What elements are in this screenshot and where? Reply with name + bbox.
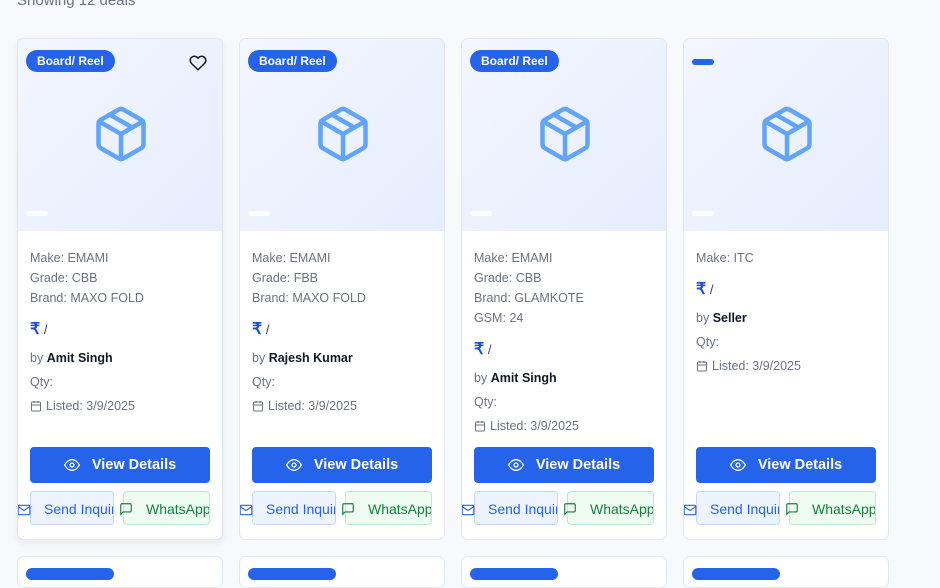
price: ₹ / <box>30 321 48 338</box>
card-image: Board/ Reel <box>462 39 666 231</box>
send-inquiry-button[interactable]: Send Inquiry <box>696 491 780 525</box>
image-indicator <box>26 211 48 216</box>
category-badge <box>692 568 780 580</box>
brand-row: Brand: GLAMKOTE <box>474 291 584 305</box>
qty-row: Qty: <box>30 375 53 389</box>
mail-icon <box>18 504 31 516</box>
listed-date: Listed: 3/9/2025 <box>696 359 801 373</box>
seller-row: by Amit Singh <box>474 371 557 385</box>
category-badge <box>248 568 336 580</box>
listed-date: Listed: 3/9/2025 <box>252 399 357 413</box>
view-details-button[interactable]: View Details <box>474 447 654 483</box>
message-icon <box>120 503 132 516</box>
message-icon <box>342 503 354 516</box>
deal-card[interactable]: Board/ Reel Make: EMAMI Grade: CBB Brand… <box>17 38 223 540</box>
seller-row: by Amit Singh <box>30 351 113 365</box>
calendar-icon <box>697 361 707 372</box>
price: ₹ / <box>474 341 492 358</box>
seller-row: by Rajesh Kumar <box>252 351 353 365</box>
whatsapp-button[interactable]: WhatsApp <box>345 491 432 525</box>
image-indicator <box>692 211 714 216</box>
category-badge: Board/ Reel <box>470 50 559 72</box>
qty-row: Qty: <box>474 395 497 409</box>
eye-icon <box>285 458 302 472</box>
category-badge <box>26 568 114 580</box>
grade-row: Grade: CBB <box>474 271 542 285</box>
mail-icon <box>462 504 475 516</box>
deal-card[interactable]: Board/ Reel Make: EMAMI Grade: FBB Brand… <box>239 38 445 540</box>
message-icon <box>564 503 576 516</box>
image-indicator <box>470 211 492 216</box>
message-icon <box>786 503 798 516</box>
whatsapp-button[interactable]: WhatsApp <box>789 491 876 525</box>
mail-icon <box>684 504 697 516</box>
heart-icon[interactable] <box>189 54 207 72</box>
eye-icon <box>729 458 746 472</box>
view-details-button[interactable]: View Details <box>30 447 210 483</box>
qty-row: Qty: <box>696 335 719 349</box>
make-row: Make: EMAMI <box>30 251 109 265</box>
make-row: Make: ITC <box>696 251 754 265</box>
deal-card[interactable]: Board/ Reel Make: EMAMI Grade: CBB Brand… <box>461 38 667 540</box>
grade-row: Grade: FBB <box>252 271 319 285</box>
image-indicator <box>248 211 270 216</box>
package-icon <box>762 106 812 162</box>
results-count: Showing 12 deals <box>17 0 136 9</box>
brand-row: Brand: MAXO FOLD <box>30 291 144 305</box>
category-badge <box>470 568 558 580</box>
deal-card-next-row[interactable] <box>17 556 223 588</box>
eye-icon <box>507 458 524 472</box>
calendar-icon <box>475 421 485 432</box>
package-icon <box>540 106 590 162</box>
send-inquiry-button[interactable]: Send Inquiry <box>30 491 114 525</box>
eye-icon <box>63 458 80 472</box>
grade-row: Grade: CBB <box>30 271 98 285</box>
gsm-row: GSM: 24 <box>474 311 524 325</box>
calendar-icon <box>253 401 263 412</box>
brand-row: Brand: MAXO FOLD <box>252 291 366 305</box>
category-badge: Board/ Reel <box>248 50 337 72</box>
package-icon <box>96 106 146 162</box>
card-image <box>684 39 888 231</box>
deal-card-next-row[interactable] <box>461 556 667 588</box>
deal-card-next-row[interactable] <box>683 556 889 588</box>
whatsapp-button[interactable]: WhatsApp <box>567 491 654 525</box>
deal-card-next-row[interactable] <box>239 556 445 588</box>
qty-row: Qty: <box>252 375 275 389</box>
card-image: Board/ Reel <box>18 39 222 231</box>
make-row: Make: EMAMI <box>252 251 331 265</box>
deal-card[interactable]: Make: ITC ₹ / by Seller Qty: Listed: 3/9… <box>683 38 889 540</box>
view-details-button[interactable]: View Details <box>696 447 876 483</box>
view-details-button[interactable]: View Details <box>252 447 432 483</box>
price: ₹ / <box>252 321 270 338</box>
card-image: Board/ Reel <box>240 39 444 231</box>
category-badge <box>692 59 714 65</box>
seller-row: by Seller <box>696 311 747 325</box>
listed-date: Listed: 3/9/2025 <box>30 399 135 413</box>
send-inquiry-button[interactable]: Send Inquiry <box>474 491 558 525</box>
make-row: Make: EMAMI <box>474 251 553 265</box>
calendar-icon <box>31 401 41 412</box>
listed-date: Listed: 3/9/2025 <box>474 419 579 433</box>
mail-icon <box>240 504 253 516</box>
whatsapp-button[interactable]: WhatsApp <box>123 491 210 525</box>
send-inquiry-button[interactable]: Send Inquiry <box>252 491 336 525</box>
category-badge: Board/ Reel <box>26 50 115 72</box>
price: ₹ / <box>696 281 714 298</box>
package-icon <box>318 106 368 162</box>
